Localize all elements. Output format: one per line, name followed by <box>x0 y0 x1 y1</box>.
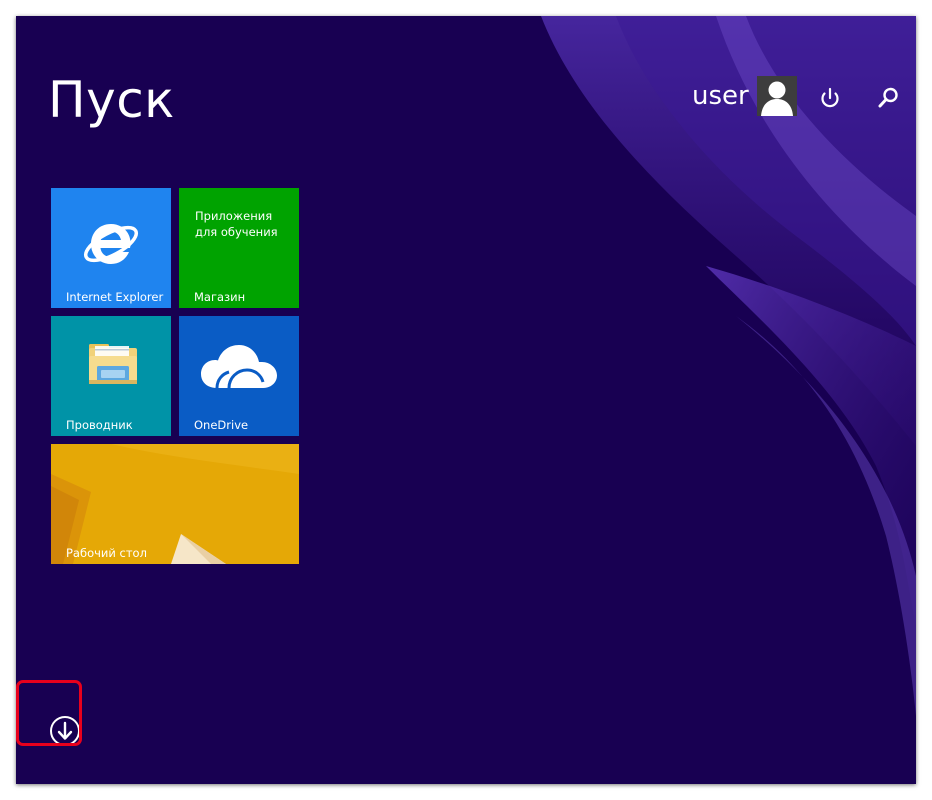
user-avatar-icon[interactable] <box>756 76 797 116</box>
tile-label: Рабочий стол <box>66 546 147 560</box>
user-name[interactable]: user <box>692 81 749 111</box>
highlight-frame <box>16 680 82 746</box>
tile-desktop[interactable]: Рабочий стол <box>51 444 299 564</box>
tile-onedrive[interactable]: OneDrive <box>179 316 299 436</box>
user-account[interactable]: user <box>692 76 797 116</box>
start-title: Пуск <box>48 71 175 129</box>
folder-icon <box>89 344 137 384</box>
tile-file-explorer[interactable]: Проводник <box>51 316 171 436</box>
power-icon[interactable] <box>816 84 844 112</box>
tile-label: Магазин <box>194 290 246 304</box>
tile-description: Приложения для обучения <box>195 209 278 239</box>
internet-explorer-icon <box>83 224 139 264</box>
search-icon[interactable] <box>874 84 902 112</box>
start-screen: Пуск user Internet Explorer Приложения д… <box>16 16 916 784</box>
cloud-icon <box>201 345 277 389</box>
tile-label: Internet Explorer <box>66 290 164 304</box>
tile-label: OneDrive <box>194 418 249 432</box>
tile-store[interactable]: Приложения для обучения Магазин <box>179 188 299 308</box>
tile-label: Проводник <box>66 418 133 432</box>
tile-internet-explorer[interactable]: Internet Explorer <box>51 188 171 308</box>
